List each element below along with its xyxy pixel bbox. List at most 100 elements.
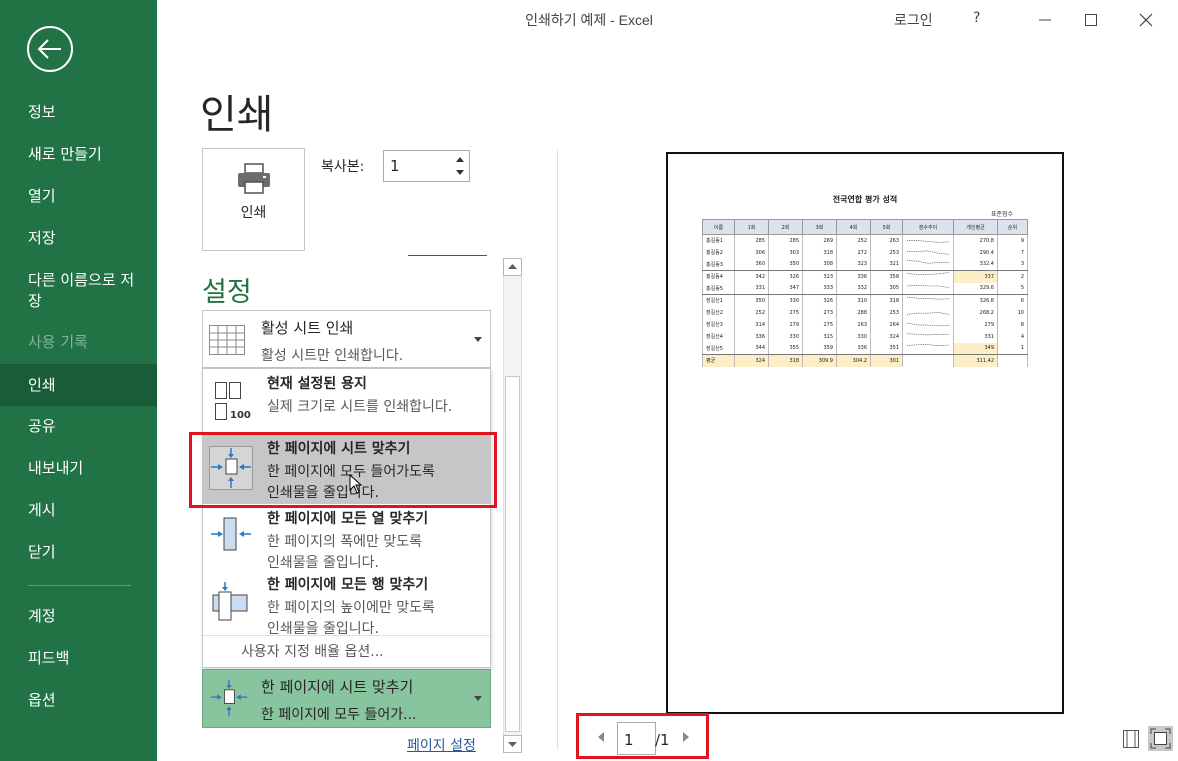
preview-header-cell: 이름 — [702, 219, 735, 235]
sidebar-item-share[interactable]: 공유 — [0, 416, 157, 437]
print-what-description: 활성 시트만 인쇄합니다. — [261, 348, 404, 364]
sparkline-path — [906, 297, 950, 300]
preview-table-cell: 311.42 — [953, 354, 998, 367]
menu-item-fit-rows[interactable]: 한 페이지에 모든 행 맞추기 한 페이지의 높이에만 맞도록 인쇄물을 줄입니… — [203, 570, 490, 637]
preview-table-cell: 253 — [870, 306, 903, 319]
print-button[interactable]: 인쇄 — [202, 148, 305, 251]
preview-table-cell: 263 — [870, 234, 903, 247]
menu-item-title: 한 페이지에 모든 행 맞추기 — [267, 577, 429, 593]
login-link[interactable]: 로그인 — [894, 10, 933, 30]
preview-table-cell: 7 — [997, 246, 1028, 259]
sparkline — [906, 333, 950, 336]
sidebar-item-options[interactable]: 옵션 — [0, 690, 157, 711]
next-page-icon[interactable] — [683, 732, 689, 742]
panel-divider — [557, 150, 558, 750]
preview-table-cell: 9 — [997, 234, 1028, 247]
copies-value: 1 — [390, 157, 400, 175]
sidebar-item-feedback[interactable]: 피드백 — [0, 648, 157, 669]
preview-table-cell: 273 — [802, 306, 837, 319]
sheet-grid-icon — [209, 325, 245, 355]
preview-header-cell: 순위 — [997, 219, 1028, 235]
preview-table-cell: 304.2 — [836, 354, 871, 367]
sidebar-item-new[interactable]: 새로 만들기 — [0, 144, 157, 165]
menu-divider — [203, 635, 490, 636]
preview-table-cell: 308 — [802, 258, 837, 271]
sidebar-item-account[interactable]: 계정 — [0, 606, 157, 627]
preview-table-cell: 장길산4 — [702, 330, 735, 343]
scroll-up-button[interactable] — [503, 258, 522, 276]
preview-table-cell: 321 — [870, 258, 903, 271]
sparkline-cell — [902, 234, 954, 247]
sidebar-item-print[interactable]: 인쇄 — [0, 364, 157, 406]
sparkline-path — [906, 322, 950, 327]
preview-table-cell: 장길산2 — [702, 306, 735, 319]
preview-table-cell: 285 — [768, 234, 803, 247]
preview-table-cell — [902, 354, 954, 367]
preview-table-cell: 330 — [836, 330, 871, 343]
menu-item-description-2: 인쇄물을 줄입니다. — [267, 555, 379, 571]
sidebar-item-save-as[interactable]: 다른 이름으로 저장 — [0, 270, 157, 312]
preview-header-cell: 4회 — [836, 219, 871, 235]
preview-table-cell: 350 — [734, 294, 769, 307]
print-button-label: 인쇄 — [240, 205, 267, 221]
menu-item-no-scaling[interactable]: 100 현재 설정된 용지 실제 크기로 시트를 인쇄합니다. — [203, 369, 490, 435]
preview-table-cell: 장길산1 — [702, 294, 735, 307]
scroll-down-button[interactable] — [503, 735, 522, 753]
previous-page-icon[interactable] — [598, 732, 604, 742]
sparkline — [906, 284, 950, 288]
sparkline-path — [906, 312, 950, 315]
spin-down-icon[interactable] — [455, 169, 465, 177]
preview-table-cell: 269 — [802, 234, 837, 247]
minimize-icon[interactable] — [1030, 6, 1060, 34]
preview-table-cell: 272 — [836, 246, 871, 259]
preview-table-row: 장길산3 314 279 275 263 264 279 8 — [702, 318, 1028, 331]
sidebar-item-info[interactable]: 정보 — [0, 102, 157, 123]
preview-table-cell: 홍길동1 — [702, 234, 735, 247]
preview-table-cell: 275 — [768, 306, 803, 319]
preview-table-cell: 305 — [870, 282, 903, 295]
settings-heading: 설정 — [202, 277, 252, 308]
preview-average-row: 평균 324 318 309.9 304.2 301 311.42 — [702, 354, 1028, 367]
preview-table-cell: 252 — [836, 234, 871, 247]
preview-table-cell: 347 — [768, 282, 803, 295]
preview-table-cell: 3 — [997, 258, 1028, 271]
preview-table: 이름 1회 2회 3회 4회 5회 점수추이 개인평균 순위 홍길동1 285 28… — [702, 219, 1028, 367]
scrollbar-thumb[interactable] — [505, 376, 520, 732]
sidebar-item-close[interactable]: 닫기 — [0, 542, 157, 563]
print-what-dropdown[interactable]: 활성 시트 인쇄 활성 시트만 인쇄합니다. — [202, 310, 491, 368]
scaling-dropdown[interactable]: 한 페이지에 시트 맞추기 한 페이지에 모두 들어가... — [202, 669, 491, 728]
help-button[interactable]: ? — [973, 10, 980, 26]
maximize-icon[interactable] — [1076, 6, 1106, 34]
preview-table-cell: 6 — [997, 294, 1028, 307]
page-setup-link[interactable]: 페이지 설정 — [407, 735, 476, 755]
spin-up-icon[interactable] — [455, 155, 465, 163]
preview-table-row: 홍길동5 331 347 333 332 305 329.6 5 — [702, 282, 1028, 295]
close-icon[interactable] — [1131, 6, 1161, 34]
sidebar-item-save[interactable]: 저장 — [0, 228, 157, 249]
preview-table-cell: 349 — [953, 342, 998, 355]
zoom-to-page-button[interactable] — [1148, 726, 1173, 751]
menu-item-fit-columns[interactable]: 한 페이지에 모든 열 맞추기 한 페이지의 폭에만 맞도록 인쇄물을 줄입니다… — [203, 504, 490, 571]
sidebar-item-export[interactable]: 내보내기 — [0, 458, 157, 479]
preview-table-cell: 329.6 — [953, 282, 998, 295]
scaling-menu: 100 현재 설정된 용지 실제 크기로 시트를 인쇄합니다. 한 페이지에 시… — [202, 368, 491, 668]
copies-spinner[interactable]: 1 — [383, 150, 470, 182]
print-preview-page: 전국연합 평가 성적 표준점수 이름 1회 2회 3회 4회 5회 점수추이 개… — [666, 152, 1064, 714]
sparkline-cell — [902, 342, 954, 355]
preview-table-cell: 285 — [734, 234, 769, 247]
preview-header-row: 이름 1회 2회 3회 4회 5회 점수추이 개인평균 순위 — [702, 219, 1028, 235]
preview-table-cell: 326.8 — [953, 294, 998, 307]
sidebar-item-open[interactable]: 열기 — [0, 186, 157, 207]
preview-table-cell: 8 — [997, 318, 1028, 331]
preview-table-row: 장길산2 252 275 273 288 253 268.2 10 — [702, 306, 1028, 319]
back-arrow-icon[interactable] — [27, 26, 73, 72]
custom-scaling-options-item[interactable]: 사용자 지정 배율 옵션... — [241, 641, 384, 661]
preview-sheet-title: 전국연합 평가 성적 — [832, 195, 898, 204]
preview-header-cell: 2회 — [768, 219, 803, 235]
preview-table-cell: 275 — [802, 318, 837, 331]
actual-size-icon-label: 100 — [230, 410, 251, 421]
preview-table-cell: 264 — [870, 318, 903, 331]
sidebar-item-publish[interactable]: 게시 — [0, 500, 157, 521]
show-margins-icon[interactable] — [1121, 729, 1141, 749]
page-number-input[interactable]: 1 — [617, 722, 656, 755]
